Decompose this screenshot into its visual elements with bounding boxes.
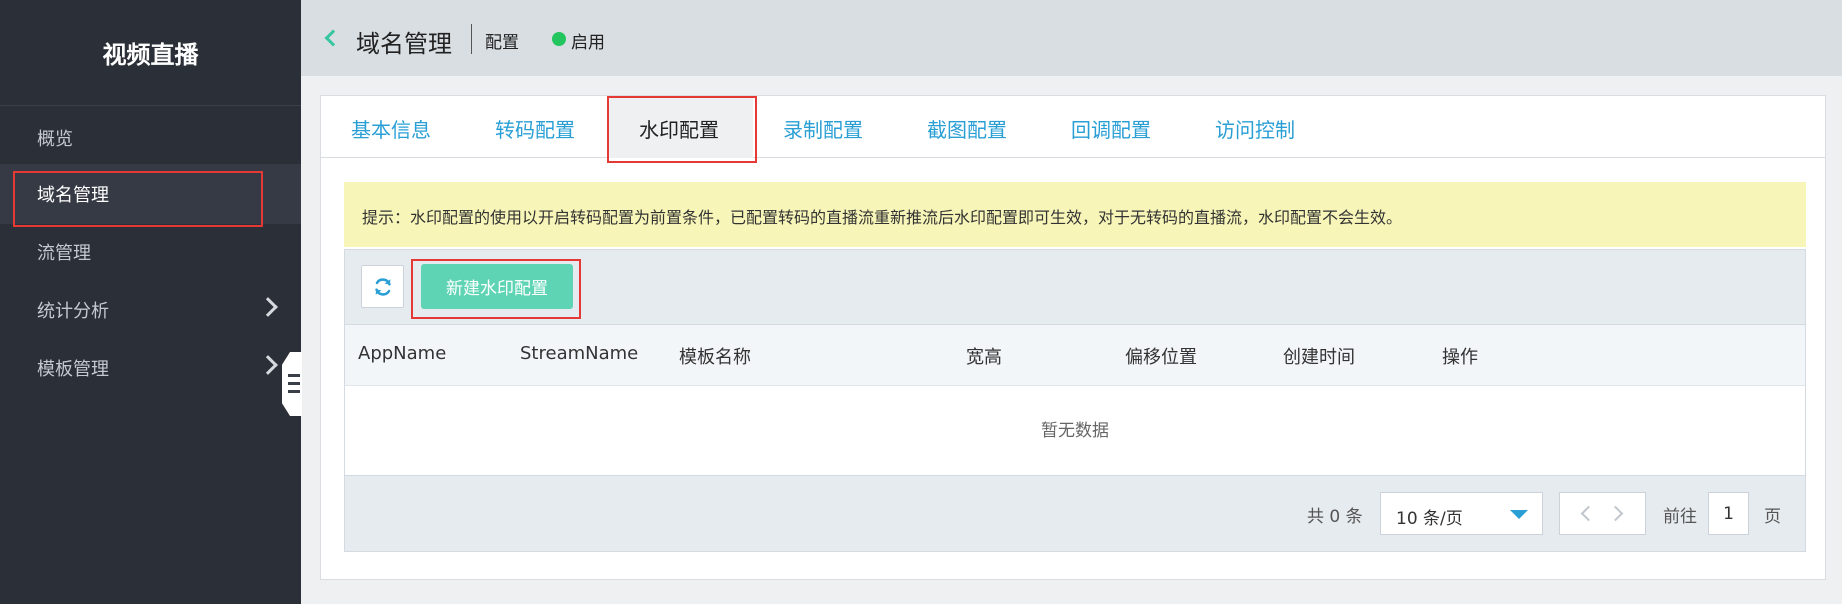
sidebar-item-overview[interactable]: 概览 bbox=[0, 108, 301, 168]
tab-record-config[interactable]: 录制配置 bbox=[783, 114, 863, 143]
sidebar-collapse-handle[interactable] bbox=[282, 352, 302, 416]
header-divider bbox=[471, 24, 472, 54]
refresh-button[interactable] bbox=[361, 265, 404, 308]
status-dot-icon bbox=[552, 32, 566, 46]
chevron-right-icon bbox=[258, 297, 278, 317]
sidebar-item-stream-management[interactable]: 流管理 bbox=[0, 222, 301, 282]
main-card: 基本信息 转码配置 水印配置 录制配置 截图配置 回调配置 访问控制 提示：水印… bbox=[320, 95, 1826, 580]
page-header: 域名管理 配置 启用 bbox=[301, 0, 1842, 76]
tab-callback-config[interactable]: 回调配置 bbox=[1071, 114, 1151, 143]
page-subtitle: 配置 bbox=[485, 33, 519, 53]
sidebar-item-label: 统计分析 bbox=[37, 301, 109, 322]
sidebar-item-template-management[interactable]: 模板管理 bbox=[0, 338, 301, 398]
chevron-right-icon bbox=[258, 355, 278, 375]
page-label: 页 bbox=[1764, 507, 1781, 527]
tab-basic-info[interactable]: 基本信息 bbox=[351, 114, 431, 143]
sidebar-title: 视频直播 bbox=[0, 0, 301, 106]
sidebar-item-label: 域名管理 bbox=[37, 185, 109, 206]
column-header: AppName bbox=[358, 343, 447, 364]
tab-access-control[interactable]: 访问控制 bbox=[1215, 114, 1295, 143]
total-count: 共 0 条 bbox=[1307, 507, 1363, 527]
column-header: 操作 bbox=[1442, 347, 1478, 368]
goto-label: 前往 bbox=[1663, 507, 1697, 527]
empty-state-text: 暂无数据 bbox=[1041, 421, 1109, 441]
next-page-icon[interactable] bbox=[1607, 505, 1624, 522]
page-size-select[interactable]: 10 条/页 bbox=[1380, 492, 1543, 535]
new-watermark-config-button[interactable]: 新建水印配置 bbox=[421, 264, 573, 309]
pagination: 共 0 条 10 条/页 前往 1 页 bbox=[344, 475, 1806, 552]
sidebar-item-label: 流管理 bbox=[37, 243, 91, 264]
tab-bar: 基本信息 转码配置 水印配置 录制配置 截图配置 回调配置 访问控制 bbox=[321, 96, 1825, 158]
caret-down-icon bbox=[1510, 510, 1528, 519]
sidebar-item-label: 概览 bbox=[37, 129, 73, 150]
sidebar-item-domain-management[interactable]: 域名管理 bbox=[0, 164, 301, 224]
page-title: 域名管理 bbox=[356, 30, 452, 58]
tab-watermark-config[interactable]: 水印配置 bbox=[639, 114, 719, 143]
sidebar-item-statistics[interactable]: 统计分析 bbox=[0, 280, 301, 340]
table-body: 暂无数据 bbox=[344, 386, 1806, 475]
tab-screenshot-config[interactable]: 截图配置 bbox=[927, 114, 1007, 143]
toolbar: 新建水印配置 bbox=[344, 249, 1806, 325]
column-header: StreamName bbox=[520, 343, 639, 364]
sidebar: 视频直播 概览 域名管理 流管理 统计分析 模板管理 bbox=[0, 0, 301, 604]
sidebar-item-label: 模板管理 bbox=[37, 359, 109, 380]
goto-page-input[interactable]: 1 bbox=[1708, 492, 1749, 535]
column-header: 宽高 bbox=[966, 347, 1002, 368]
page-size-value: 10 条/页 bbox=[1396, 509, 1463, 529]
prev-page-icon[interactable] bbox=[1580, 505, 1597, 522]
page-nav-buttons bbox=[1559, 492, 1646, 535]
status-badge: 启用 bbox=[571, 33, 605, 53]
column-header: 偏移位置 bbox=[1125, 347, 1197, 368]
table-header: AppName StreamName 模板名称 宽高 偏移位置 创建时间 操作 bbox=[344, 325, 1806, 386]
notice-banner: 提示：水印配置的使用以开启转码配置为前置条件，已配置转码的直播流重新推流后水印配… bbox=[344, 182, 1806, 247]
column-header: 模板名称 bbox=[679, 347, 751, 368]
tab-transcode-config[interactable]: 转码配置 bbox=[495, 114, 575, 143]
column-header: 创建时间 bbox=[1283, 347, 1355, 368]
refresh-icon bbox=[374, 277, 391, 296]
back-icon[interactable] bbox=[324, 29, 342, 47]
